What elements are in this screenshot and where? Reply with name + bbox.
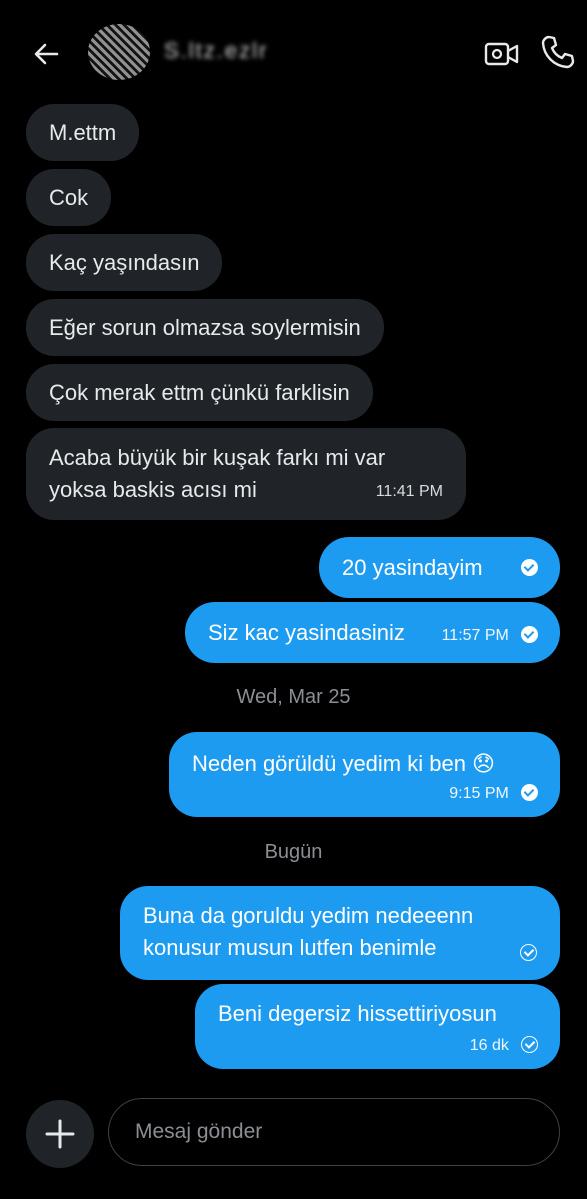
incoming-message[interactable]: Çok merak ettm çünkü farklisin [26, 364, 373, 421]
incoming-message[interactable]: Acaba büyük bir kuşak farkı mi var yoksa… [26, 428, 466, 520]
add-attachment-button[interactable] [26, 1100, 94, 1168]
message-text-line: Buna da goruldu yedim nedeeenn [143, 903, 474, 928]
message-text: Eğer sorun olmazsa soylermisin [49, 315, 361, 340]
message-time: 9:15 PM [449, 785, 509, 802]
date-separator: Wed, Mar 25 [236, 686, 351, 708]
outgoing-message[interactable]: Buna da goruldu yedim nedeeenn konusur m… [120, 886, 560, 980]
outgoing-message[interactable]: Neden görüldü yedim ki ben 😞 9:15 PM [169, 732, 560, 817]
message-text: Siz kac yasindasiniz [208, 620, 405, 645]
message-text: M.ettm [49, 120, 117, 145]
message-text-line: konusur musun lutfen benimle [143, 935, 437, 960]
incoming-message[interactable]: Eğer sorun olmazsa soylermisin [26, 299, 384, 356]
date-separator: Bugün [264, 841, 323, 863]
message-text: Neden görüldü yedim ki ben 😞 [192, 751, 495, 776]
avatar[interactable] [88, 24, 150, 80]
read-check-icon [521, 783, 538, 801]
video-camera-icon [484, 42, 519, 66]
video-call-button[interactable] [484, 36, 520, 72]
chat-header: S.ltz.ezlr [0, 0, 587, 104]
arrow-left-icon [34, 43, 59, 65]
message-text-line: Acaba büyük bir kuşak farkı mi var [49, 445, 386, 470]
plus-icon [45, 1119, 75, 1149]
read-check-icon [521, 559, 538, 576]
message-text: 20 yasindayim [342, 555, 483, 580]
back-button[interactable] [28, 36, 64, 72]
incoming-message[interactable]: Kaç yaşındasın [26, 234, 223, 291]
message-text: Beni degersiz hissettiriyosun [218, 1001, 497, 1026]
incoming-message[interactable]: Cok [26, 169, 112, 226]
outgoing-message[interactable]: Siz kac yasindasiniz 11:57 PM [185, 602, 560, 663]
sent-check-icon [521, 1035, 538, 1053]
outgoing-message[interactable]: 20 yasindayim [319, 537, 560, 598]
voice-call-button[interactable] [540, 34, 578, 72]
contact-name[interactable]: S.ltz.ezlr [164, 38, 268, 64]
message-text: Cok [49, 185, 89, 210]
phone-icon [541, 35, 575, 69]
message-time: 16 dk [469, 1037, 509, 1054]
outgoing-message[interactable]: Beni degersiz hissettiriyosun 16 dk [195, 984, 560, 1069]
message-text: Kaç yaşındasın [49, 250, 200, 275]
sent-check-icon [520, 944, 537, 961]
message-list[interactable]: M.ettm Cok Kaç yaşındasın Eğer sorun olm… [0, 104, 587, 1084]
read-check-icon [521, 625, 538, 643]
incoming-message[interactable]: M.ettm [26, 104, 140, 161]
message-time: 11:57 PM [441, 627, 509, 644]
message-time: 11:41 PM [375, 483, 443, 500]
message-composer [0, 1084, 587, 1199]
message-input[interactable] [108, 1098, 560, 1166]
message-text-line: yoksa baskis acısı mi [49, 477, 257, 502]
message-text: Çok merak ettm çünkü farklisin [49, 380, 350, 405]
